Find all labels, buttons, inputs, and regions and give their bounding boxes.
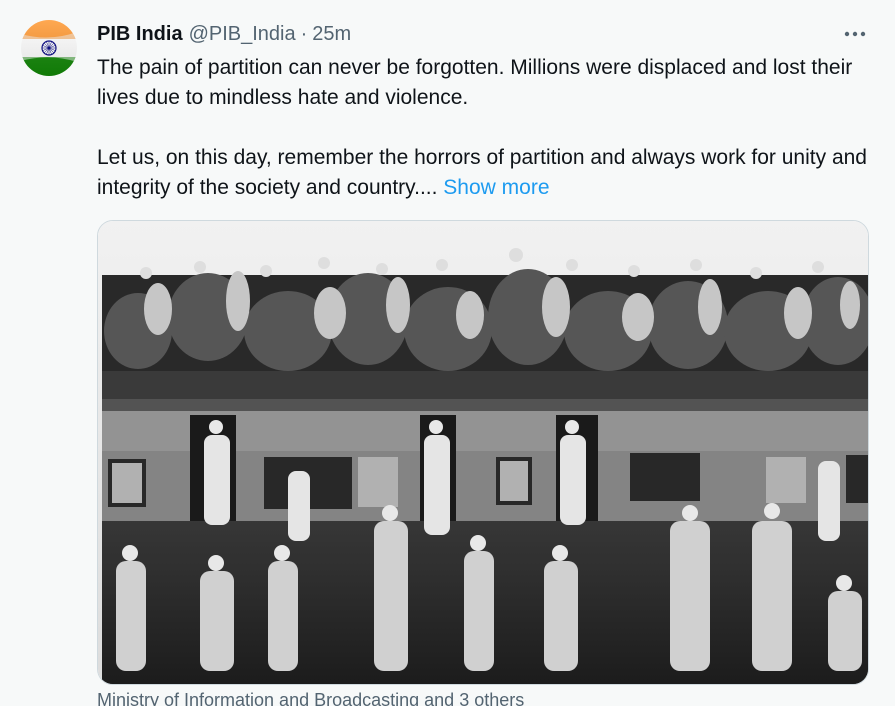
tweet-photo[interactable] [97, 220, 869, 685]
tweet-text: The pain of partition can never be forgo… [97, 53, 867, 203]
media-credit[interactable]: Ministry of Information and Broadcasting… [97, 690, 524, 706]
more-options-button[interactable] [838, 20, 872, 48]
more-options-icon [844, 31, 866, 37]
tweet-header: PIB India @PIB_India · 25m [97, 20, 351, 48]
india-flag-icon [21, 20, 77, 76]
show-more-link[interactable]: Show more [443, 176, 549, 199]
timestamp[interactable]: 25m [312, 23, 351, 46]
display-name[interactable]: PIB India [97, 23, 183, 46]
separator-dot: · [300, 22, 308, 45]
tweet-card[interactable]: PIB India @PIB_India · 25m The pain of p… [0, 0, 895, 706]
tweet-paragraph-1: The pain of partition can never be forgo… [97, 56, 853, 109]
avatar[interactable] [21, 20, 77, 76]
tweet-paragraph-2: Let us, on this day, remember the horror… [97, 143, 867, 203]
user-handle[interactable]: @PIB_India [189, 23, 296, 46]
partition-train-photo [98, 221, 868, 684]
